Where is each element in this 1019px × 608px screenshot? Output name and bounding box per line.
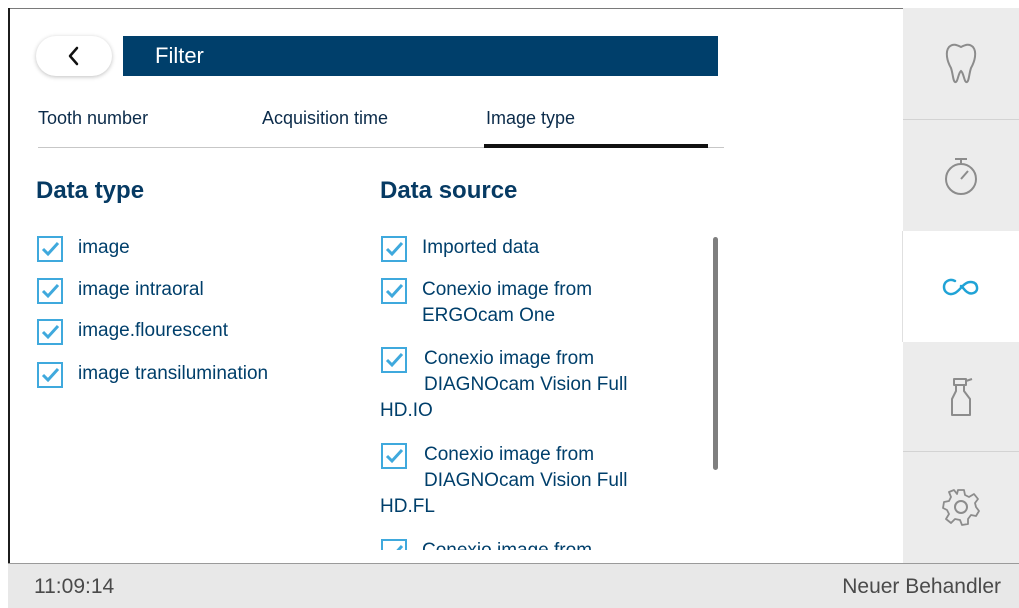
checkbox-checked-icon [381,236,407,262]
checkbox-checked-icon [37,319,63,345]
data-source-list: Imported data Conexio image from ERGOcam… [380,232,710,550]
conexio-icon [942,278,979,295]
stopwatch-icon [945,158,977,195]
data-source-checkbox-diagnocam-fl[interactable]: Conexio image from DIAGNOcam Vision Full… [380,442,710,522]
nav-conexio-button[interactable] [903,231,1019,342]
label-line: ERGOcam One [422,305,556,326]
page-title: Filter [123,36,718,76]
scrollbar[interactable] [713,237,718,470]
data-type-checkbox-image[interactable]: image [36,235,130,263]
data-type-checkbox-intraoral[interactable]: image intraoral [36,277,204,305]
tab-image-type[interactable]: Image type [486,108,575,129]
nav-time-button[interactable] [903,120,1019,230]
filter-tabs: Tooth number Acquisition time Image type [38,108,724,150]
back-button[interactable] [36,36,112,76]
spray-bottle-icon [951,378,973,416]
tab-acquisition-time[interactable]: Acquisition time [262,108,388,129]
checkbox-label: image transilumination [78,363,269,384]
tooth-icon [945,43,977,83]
checkbox-label: Conexio image from DIAGNOcam Vision Full [424,346,627,398]
checkbox-label: Conexio image from ERGOcam One [422,277,592,329]
checkbox-checked-icon [37,278,63,304]
data-source-heading: Data source [380,177,518,204]
label-line: DIAGNOcam Vision Full [424,470,628,491]
status-time: 11:09:14 [34,575,115,598]
status-user[interactable]: Neuer Behandler [842,575,1001,599]
checkbox-checked-icon [381,347,407,373]
data-type-heading: Data type [36,177,145,204]
chevron-left-icon [68,46,79,66]
data-source-checkbox-imported[interactable]: Imported data [380,235,539,263]
label-line: DIAGNOcam Vision Full [424,374,628,395]
data-source-checkbox-diagnocam-io[interactable]: Conexio image from DIAGNOcam Vision Full… [380,346,710,426]
checkbox-checked-icon [381,539,407,550]
checkbox-label: image [78,237,130,258]
label-line: Conexio image from [422,279,593,300]
nav-tooth-button[interactable] [903,8,1019,118]
data-type-checkbox-transilumination[interactable]: image transilumination [36,361,268,389]
checkbox-label: image intraoral [78,279,204,300]
gear-icon [942,489,980,526]
checkbox-label: Conexio image from DIAGNOcam Vision Full [424,442,627,494]
active-tab-indicator [484,144,708,148]
checkbox-label: Conexio image from [422,538,592,550]
tab-tooth-number[interactable]: Tooth number [38,108,148,129]
nav-settings-button[interactable] [903,452,1019,562]
checkbox-checked-icon [37,362,63,388]
checkbox-checked-icon [381,443,407,469]
label-line: Conexio image from [424,444,595,465]
label-line: Conexio image from [424,348,595,369]
nav-hygiene-button[interactable] [903,342,1019,452]
window-top-border [8,8,1019,9]
data-type-checkbox-flourescent[interactable]: image.flourescent [36,318,228,346]
checkbox-label: Imported data [422,237,540,258]
window-left-border [8,8,10,563]
data-source-checkbox-partial[interactable]: Conexio image from [380,538,592,550]
data-source-checkbox-ergocam[interactable]: Conexio image from ERGOcam One [380,277,592,329]
label-line: HD.IO [380,400,433,421]
label-line: HD.FL [380,496,435,517]
checkbox-label: image.flourescent [78,320,228,341]
checkbox-checked-icon [381,278,407,304]
checkbox-checked-icon [37,236,63,262]
